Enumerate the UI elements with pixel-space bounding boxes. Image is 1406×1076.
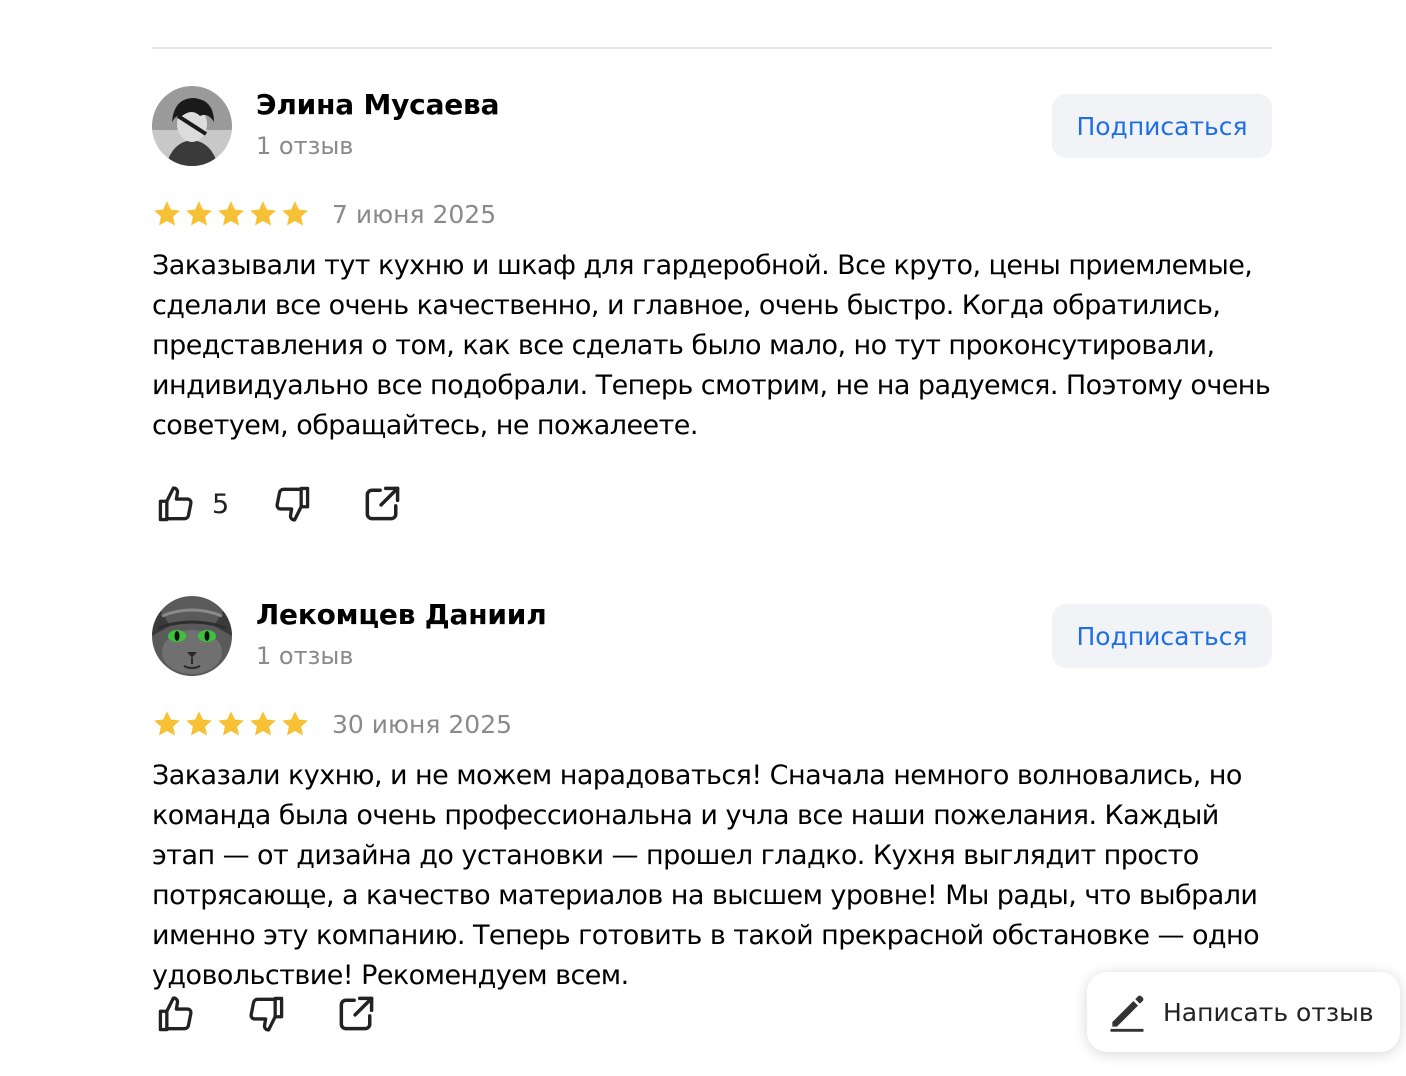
share-button[interactable] xyxy=(360,482,404,526)
author-name[interactable]: Лекомцев Даниил xyxy=(256,598,547,631)
share-button[interactable] xyxy=(334,992,378,1036)
star-rating xyxy=(152,709,310,739)
author-review-count: 1 отзыв xyxy=(256,642,354,670)
thumbs-down-icon xyxy=(249,996,284,1032)
star-icon xyxy=(154,201,180,226)
like-button[interactable] xyxy=(154,992,198,1036)
thumbs-down-icon xyxy=(275,486,310,522)
review-date: 30 июня 2025 xyxy=(332,709,513,739)
like-count: 5 xyxy=(212,488,230,520)
star-rating xyxy=(152,199,310,229)
star-icon xyxy=(282,201,308,226)
star-icon xyxy=(218,711,244,736)
subscribe-button[interactable]: Подписаться xyxy=(1052,94,1272,158)
star-icon xyxy=(186,201,212,226)
rating-row: 7 июня 2025 xyxy=(152,196,496,232)
share-icon xyxy=(365,486,400,521)
review-text: Заказывали тут кухню и шкаф для гардероб… xyxy=(152,250,1271,441)
subscribe-button[interactable]: Подписаться xyxy=(1052,604,1272,668)
star-icon xyxy=(250,711,276,736)
star-icon xyxy=(282,711,308,736)
review-text: Заказали кухню, и не можем нарадоваться!… xyxy=(152,760,1260,991)
dislike-button[interactable] xyxy=(270,482,314,526)
review-date: 7 июня 2025 xyxy=(332,199,497,229)
pencil-icon xyxy=(1110,995,1144,1032)
thumbs-up-icon xyxy=(158,996,193,1032)
write-review-label: Написать отзыв xyxy=(1163,997,1374,1027)
share-icon xyxy=(339,996,374,1031)
author-review-count: 1 отзыв xyxy=(256,132,354,160)
star-icon xyxy=(186,711,212,736)
star-icon xyxy=(250,201,276,226)
write-review-button[interactable]: Написать отзыв xyxy=(1087,972,1400,1052)
rating-row: 30 июня 2025 xyxy=(152,706,512,742)
like-button[interactable]: 5 xyxy=(154,482,229,526)
dislike-button[interactable] xyxy=(244,992,288,1036)
thumbs-up-icon xyxy=(158,486,193,522)
author-name[interactable]: Элина Мусаева xyxy=(256,88,499,121)
review-card: Элина Мусаева 1 отзыв Подписаться 7 июня… xyxy=(152,86,1272,566)
star-icon xyxy=(154,711,180,736)
avatar[interactable] xyxy=(152,86,232,166)
star-icon xyxy=(218,201,244,226)
avatar[interactable] xyxy=(152,596,232,676)
top-divider xyxy=(152,47,1272,49)
